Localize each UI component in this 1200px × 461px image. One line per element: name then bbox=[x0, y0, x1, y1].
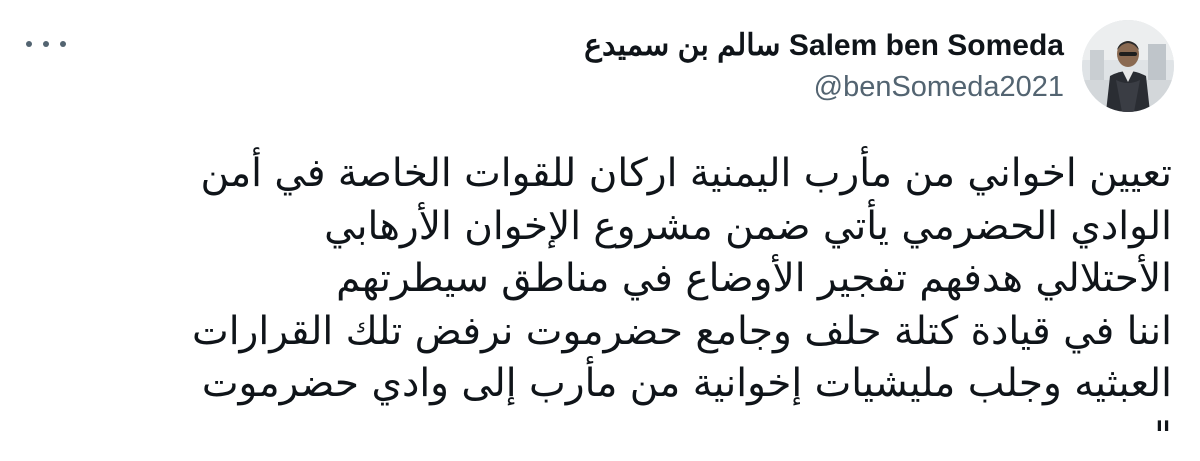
more-dot-icon bbox=[26, 41, 32, 47]
tweet-text-line: اننا في قيادة كتلة حلف وجامع حضرموت نرفض… bbox=[192, 308, 1172, 354]
author-names: سالم بن سميدع Salem ben Someda @benSomed… bbox=[584, 27, 1064, 105]
avatar[interactable] bbox=[1082, 20, 1174, 112]
tweet-text-line: الوادي الحضرمي يأتي ضمن مشروع الإخوان ال… bbox=[324, 203, 1172, 249]
more-dot-icon bbox=[43, 41, 49, 47]
user-photo-icon bbox=[1082, 20, 1174, 112]
tweet-card: سالم بن سميدع Salem ben Someda @benSomed… bbox=[0, 0, 1200, 461]
tweet-text-line: " bbox=[1154, 413, 1172, 459]
author-display-name[interactable]: سالم بن سميدع Salem ben Someda bbox=[584, 27, 1064, 65]
tweet-text: تعيين اخواني من مأرب اليمنية اركان للقوا… bbox=[22, 148, 1172, 461]
more-options-button[interactable] bbox=[26, 34, 66, 54]
author-handle[interactable]: @benSomeda2021 bbox=[584, 69, 1064, 105]
more-dot-icon bbox=[60, 41, 66, 47]
tweet-header: سالم بن سميدع Salem ben Someda @benSomed… bbox=[584, 20, 1174, 112]
tweet-text-line: تعيين اخواني من مأرب اليمنية اركان للقوا… bbox=[200, 151, 1172, 196]
tweet-text-line: العبثيه وجلب مليشيات إخوانية من مأرب إلى… bbox=[201, 361, 1172, 406]
tweet-text-line: الأحتلالي هدفهم تفجير الأوضاع في مناطق س… bbox=[336, 256, 1172, 301]
